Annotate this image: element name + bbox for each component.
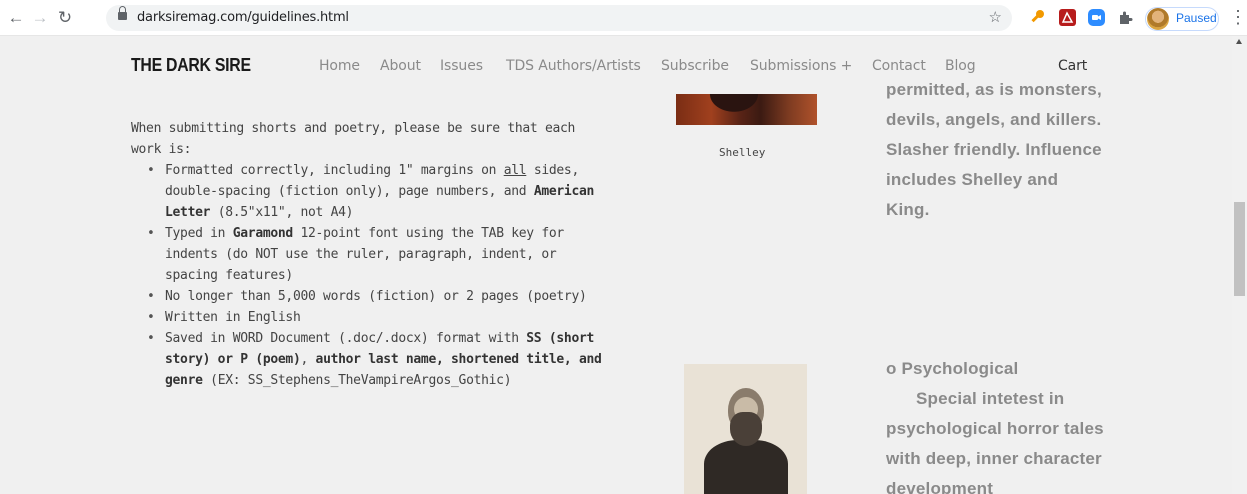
genre-heading: o Psychological bbox=[886, 359, 1019, 378]
genre-psychological: o Psychological Special intetest in psyc… bbox=[886, 354, 1106, 494]
list-item: Written in English bbox=[147, 307, 611, 328]
nav-issues[interactable]: Issues bbox=[440, 58, 483, 74]
genre-description: permitted, as is monsters, devils, angel… bbox=[886, 80, 1102, 219]
reload-icon[interactable]: ↻ bbox=[55, 8, 75, 28]
scrollbar-thumb[interactable] bbox=[1234, 202, 1245, 296]
list-item: Typed in Garamond 12-point font using th… bbox=[147, 223, 611, 286]
scroll-up-arrow-icon[interactable] bbox=[1236, 39, 1242, 44]
zoom-extension-icon[interactable] bbox=[1088, 9, 1105, 26]
guidelines-text: When submitting shorts and poetry, pleas… bbox=[131, 118, 611, 391]
browser-toolbar: ← → ↻ darksiremag.com/guidelines.html ☆ … bbox=[0, 0, 1247, 36]
cart-link[interactable]: Cart bbox=[1058, 58, 1087, 74]
pdf-extension-icon[interactable] bbox=[1059, 9, 1076, 26]
site-logo[interactable]: THE DARK SIRE bbox=[131, 55, 251, 76]
image-caption: Shelley bbox=[719, 146, 766, 159]
nav-home[interactable]: Home bbox=[319, 58, 360, 74]
url-text[interactable]: darksiremag.com/guidelines.html bbox=[137, 10, 349, 25]
guidelines-list: Formatted correctly, including 1" margin… bbox=[131, 160, 611, 391]
list-item: Saved in WORD Document (.doc/.docx) form… bbox=[147, 328, 611, 391]
profile-status: Paused bbox=[1176, 11, 1217, 25]
nav-blog[interactable]: Blog bbox=[945, 58, 976, 74]
web-page: THE DARK SIRE Home About Issues TDS Auth… bbox=[0, 36, 1232, 494]
menu-dots-icon[interactable]: ⋮ bbox=[1229, 7, 1247, 28]
nav-tds-authors-artists[interactable]: TDS Authors/Artists bbox=[506, 58, 641, 74]
forward-arrow-icon[interactable]: → bbox=[30, 8, 50, 28]
list-item: Formatted correctly, including 1" margin… bbox=[147, 160, 611, 223]
author-portrait-image bbox=[684, 364, 807, 494]
profile-button[interactable]: Paused bbox=[1145, 7, 1219, 31]
guidelines-intro: When submitting shorts and poetry, pleas… bbox=[131, 121, 576, 157]
genre-text: Special intetest in psychological horror… bbox=[886, 389, 1104, 494]
lock-icon[interactable] bbox=[118, 6, 127, 20]
page-scrollbar[interactable] bbox=[1232, 36, 1247, 494]
profile-avatar-icon bbox=[1147, 8, 1169, 30]
key-extension-icon[interactable] bbox=[1029, 9, 1046, 26]
list-item: No longer than 5,000 words (fiction) or … bbox=[147, 286, 611, 307]
shelley-portrait-image bbox=[676, 94, 817, 125]
back-arrow-icon[interactable]: ← bbox=[6, 8, 26, 28]
star-icon[interactable]: ☆ bbox=[989, 8, 1002, 26]
nav-subscribe[interactable]: Subscribe bbox=[661, 58, 729, 74]
puzzle-extensions-icon[interactable] bbox=[1117, 9, 1134, 26]
address-bar[interactable]: darksiremag.com/guidelines.html ☆ bbox=[106, 5, 1012, 31]
nav-submissions[interactable]: Submissions + bbox=[750, 58, 852, 74]
nav-contact[interactable]: Contact bbox=[872, 58, 926, 74]
nav-about[interactable]: About bbox=[380, 58, 421, 74]
